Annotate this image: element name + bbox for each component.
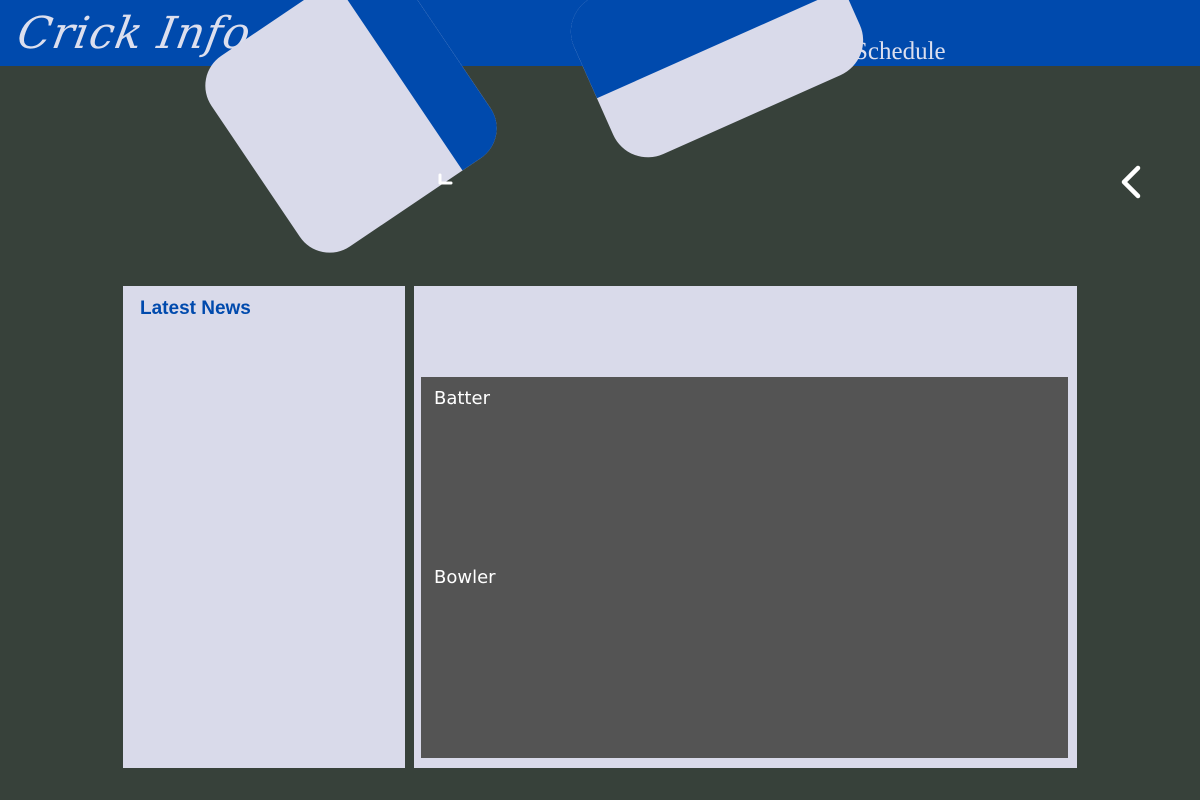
chevron-left-icon[interactable] [1114,162,1150,202]
latest-news-panel: Latest News [123,286,405,768]
floating-card-right[interactable] [558,0,876,170]
batter-label: Batter [434,388,490,409]
nav-link-schedule[interactable]: Schedule [854,34,946,70]
chevron-down-icon[interactable] [432,166,460,194]
site-logo[interactable]: Crick Info [13,4,256,64]
bowler-label: Bowler [434,567,496,588]
scorecard-panel: Batter Bowler [414,286,1077,768]
latest-news-heading: Latest News [140,298,251,319]
card-accent-band [558,0,844,99]
scorecard-box: Batter Bowler [421,377,1068,758]
